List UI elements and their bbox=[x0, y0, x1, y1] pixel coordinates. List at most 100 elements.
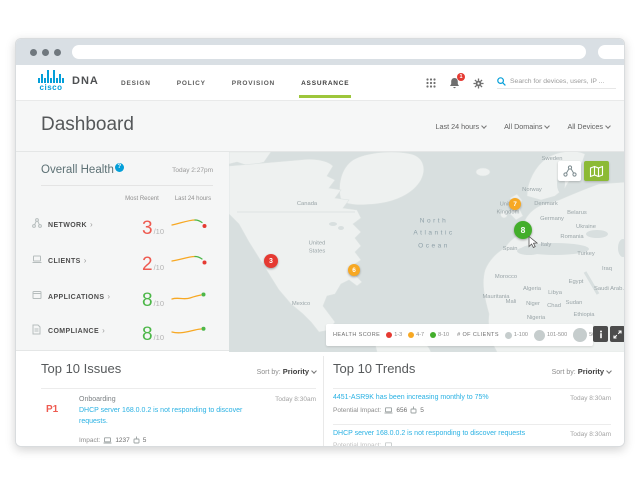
world-map-graphic bbox=[229, 152, 625, 352]
trend-link[interactable]: DHCP server 168.0.0.2 is not responding … bbox=[333, 430, 525, 437]
domains-dropdown[interactable]: All Domains bbox=[504, 122, 549, 131]
main-menu: DESIGN POLICY PROVISION ASSURANCE bbox=[121, 65, 349, 101]
divider bbox=[41, 185, 213, 186]
health-row-compliance: COMPLIANCE 8/10 bbox=[16, 316, 229, 344]
site-marker-west-us[interactable]: 3 bbox=[264, 254, 278, 268]
map-info-button[interactable] bbox=[593, 326, 608, 342]
orange-range-dot bbox=[408, 332, 414, 338]
clients-size-large bbox=[573, 328, 587, 342]
window-control-dot[interactable] bbox=[42, 49, 49, 56]
compliance-link[interactable]: COMPLIANCE bbox=[48, 326, 105, 335]
devices-dropdown[interactable]: All Devices bbox=[567, 122, 610, 131]
health-timestamp: Today 2:27pm bbox=[172, 167, 213, 174]
help-icon[interactable]: ? bbox=[115, 163, 124, 172]
client-device-icon bbox=[384, 442, 393, 447]
issue-link[interactable]: DHCP server 168.0.0.2 is not responding … bbox=[79, 406, 254, 427]
cisco-dna-logo[interactable]: cisco DNA bbox=[38, 70, 99, 92]
chevron-down-icon bbox=[605, 123, 611, 129]
pointer-cursor-icon bbox=[528, 236, 538, 248]
window-control-dot[interactable] bbox=[30, 49, 37, 56]
map-view-button[interactable] bbox=[584, 161, 609, 181]
issue-category: Onboarding bbox=[79, 396, 116, 403]
clients-score: 2 bbox=[142, 255, 153, 274]
overall-health-panel: Overall Health? Today 2:27pm Most Recent… bbox=[16, 152, 229, 352]
site-marker-uk[interactable]: 7 bbox=[509, 198, 521, 210]
browser-titlebar bbox=[16, 39, 625, 65]
navbar-utilities: 1 bbox=[426, 65, 616, 101]
chevron-down-icon bbox=[311, 368, 317, 374]
red-range-dot bbox=[386, 332, 392, 338]
browser-window: cisco DNA DESIGN POLICY PROVISION ASSURA… bbox=[15, 38, 625, 447]
time-range-dropdown[interactable]: Last 24 hours bbox=[436, 122, 487, 131]
notifications-bell-icon[interactable]: 1 bbox=[449, 77, 460, 89]
overall-health-title: Overall Health? bbox=[41, 163, 124, 176]
map-expand-button[interactable] bbox=[610, 326, 625, 342]
dashboard-filters: Last 24 hours All Domains All Devices bbox=[436, 122, 610, 131]
clients-legend-label: # OF CLIENTS bbox=[457, 332, 499, 338]
global-search bbox=[497, 77, 616, 89]
nav-item-design[interactable]: DESIGN bbox=[121, 65, 151, 101]
network-score: 3 bbox=[142, 219, 153, 238]
divider bbox=[41, 388, 316, 389]
compliance-score: 8 bbox=[142, 325, 153, 344]
network-link[interactable]: NETWORK bbox=[48, 220, 93, 229]
health-row-network: NETWORK 3/10 bbox=[16, 210, 229, 238]
applications-sparkline bbox=[171, 288, 209, 304]
priority-badge: P1 bbox=[46, 404, 58, 415]
nav-item-provision[interactable]: PROVISION bbox=[232, 65, 275, 101]
screenshot-canvas: cisco DNA DESIGN POLICY PROVISION ASSURA… bbox=[0, 0, 640, 480]
trends-sort-dropdown[interactable]: Sort by:Priority bbox=[552, 367, 611, 376]
bottom-panels: Top 10 Issues Sort by:Priority P1 Onboar… bbox=[16, 352, 625, 447]
client-device-icon bbox=[103, 437, 112, 444]
compliance-sparkline bbox=[171, 322, 209, 338]
search-input[interactable] bbox=[510, 78, 616, 85]
green-range-dot bbox=[430, 332, 436, 338]
issues-sort-dropdown[interactable]: Sort by:Priority bbox=[257, 367, 316, 376]
nav-item-assurance[interactable]: ASSURANCE bbox=[301, 65, 349, 101]
network-icon bbox=[32, 218, 42, 228]
geo-health-map[interactable]: Canada United States Mexico Sweden Norwa… bbox=[229, 152, 625, 352]
applications-score: 8 bbox=[142, 291, 153, 310]
trend-link[interactable]: 4451-ASR9K has been increasing monthly t… bbox=[333, 394, 489, 401]
product-name: DNA bbox=[72, 75, 99, 87]
trend-time: Today 8:30am bbox=[570, 395, 611, 402]
issue-time: Today 8:30am bbox=[275, 396, 316, 403]
address-bar[interactable] bbox=[72, 45, 586, 59]
apps-grid-icon[interactable] bbox=[426, 78, 436, 88]
trends-title: Top 10 Trends bbox=[333, 361, 415, 376]
topology-view-button[interactable] bbox=[558, 161, 581, 181]
trend-impact: Potential Impact: 656 5 bbox=[333, 406, 424, 414]
health-row-applications: APPLICATIONS 8/10 bbox=[16, 282, 229, 310]
chevron-down-icon bbox=[481, 123, 487, 129]
health-row-clients: CLIENTS 2/10 bbox=[16, 246, 229, 274]
issue-impact: Impact: 1237 5 bbox=[79, 436, 146, 444]
client-device-icon bbox=[384, 407, 393, 414]
map-legend: HEALTH SCORE 1-3 4-7 8-10 # OF CLIENTS 1… bbox=[326, 324, 593, 346]
divider bbox=[333, 424, 611, 425]
access-point-icon bbox=[410, 406, 417, 414]
search-icon bbox=[497, 77, 506, 86]
titlebar-side-pill bbox=[598, 45, 625, 59]
column-divider bbox=[323, 356, 324, 447]
applications-link[interactable]: APPLICATIONS bbox=[48, 292, 110, 301]
settings-gear-icon[interactable] bbox=[473, 78, 484, 89]
applications-icon bbox=[32, 290, 42, 300]
chevron-down-icon bbox=[606, 368, 612, 374]
site-marker-southeast-us[interactable]: 6 bbox=[348, 264, 360, 276]
cisco-logo-icon: cisco bbox=[38, 70, 64, 92]
trend-impact: Potential Impact: bbox=[333, 442, 393, 447]
page-header: Dashboard Last 24 hours All Domains All … bbox=[16, 101, 625, 151]
notification-count-badge: 1 bbox=[457, 73, 465, 81]
page-title: Dashboard bbox=[41, 114, 134, 136]
compliance-icon bbox=[32, 324, 41, 335]
nav-item-policy[interactable]: POLICY bbox=[177, 65, 206, 101]
col-most-recent: Most Recent bbox=[119, 196, 165, 202]
col-last-24-hours: Last 24 hours bbox=[168, 196, 218, 202]
clients-link[interactable]: CLIENTS bbox=[48, 256, 87, 265]
window-control-dot[interactable] bbox=[54, 49, 61, 56]
network-sparkline bbox=[171, 216, 209, 232]
app-navbar: cisco DNA DESIGN POLICY PROVISION ASSURA… bbox=[16, 65, 625, 101]
cisco-wordmark: cisco bbox=[40, 84, 63, 92]
clients-icon bbox=[32, 254, 42, 264]
overall-health-section: Overall Health? Today 2:27pm Most Recent… bbox=[16, 151, 625, 351]
